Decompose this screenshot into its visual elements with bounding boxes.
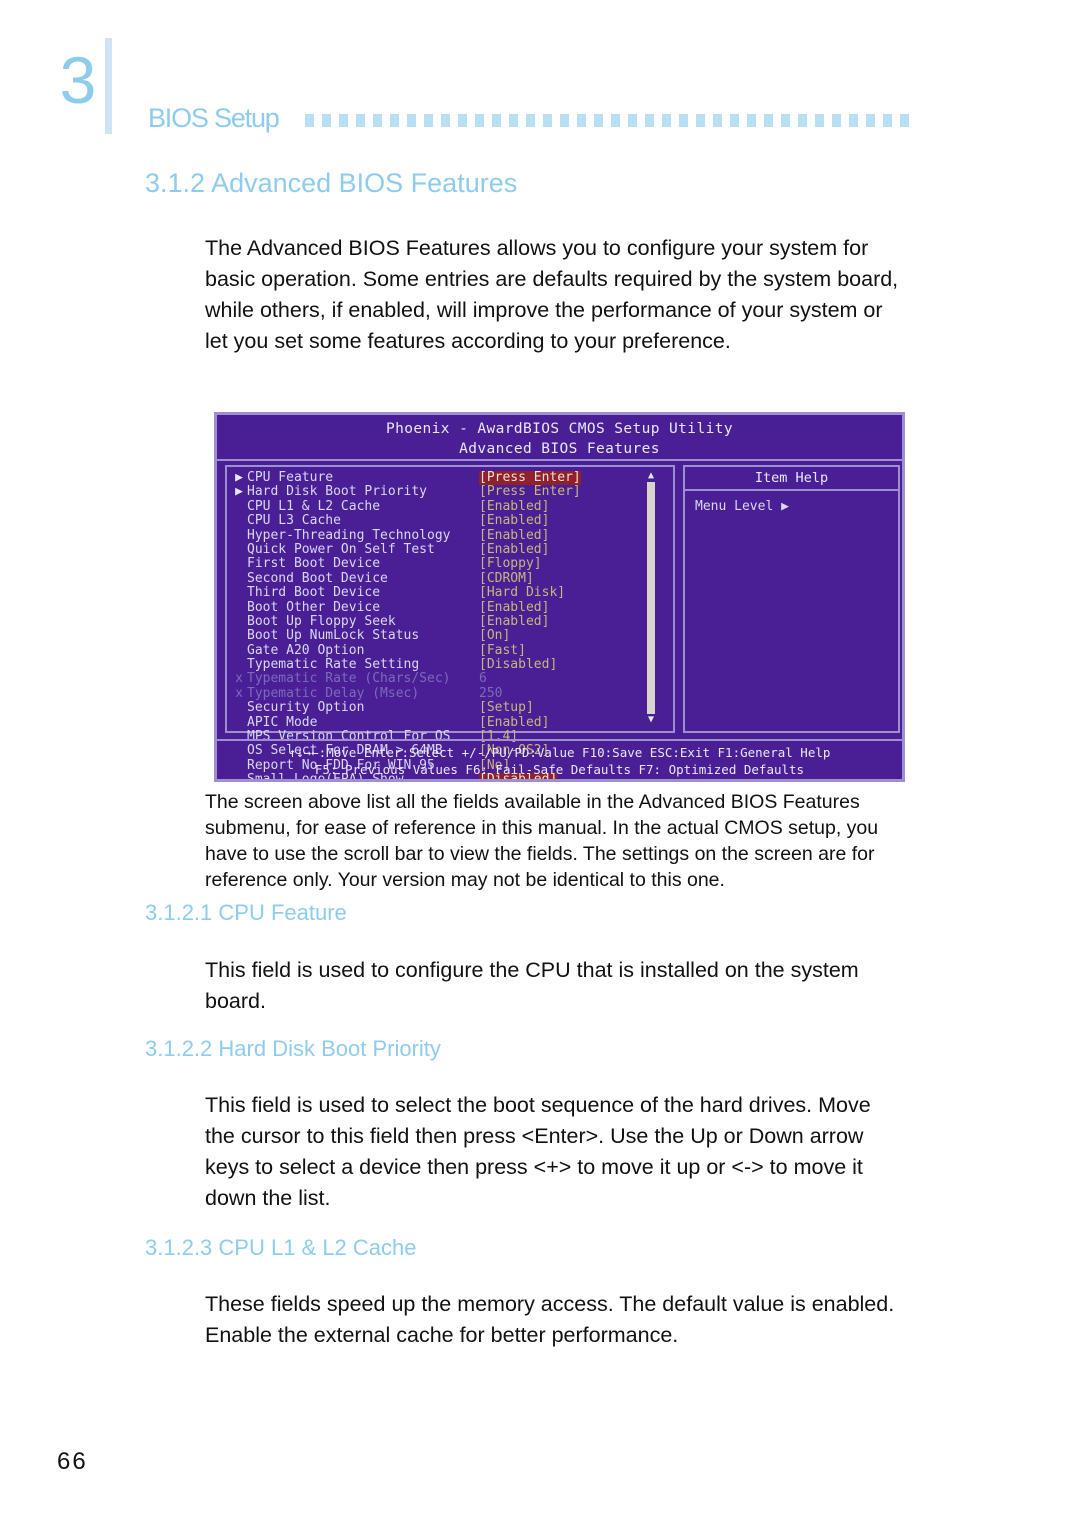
chapter-header: 3 BIOS Setup [0,0,1080,170]
bios-option-value[interactable]: [Enabled] [479,528,549,543]
bios-option-row[interactable]: Security Option [Setup] [231,700,673,716]
page-number: 66 [57,1448,88,1475]
bios-option-row[interactable]: Third Boot Device [Hard Disk] [231,585,673,601]
bios-option-row[interactable]: ▶ Hard Disk Boot Priority [Press Enter] [231,484,673,500]
bios-options-panel: ▶ CPU Feature [Press Enter] ▶ Hard Disk Boot… [225,465,675,779]
bios-item-help-title: Item Help [685,467,898,491]
bios-key-legend-line-2: F5: Previous Values F6: Fail-Safe Defaul… [314,762,805,777]
bios-item-help-panel: Item Help Menu Level ▶ [683,465,900,733]
cpu-feature-paragraph-text: This field is used to configure the CPU … [205,958,859,1013]
cpu-cache-paragraph-text: These fields speed up the memory access.… [205,1292,895,1347]
bios-option-row[interactable]: Boot Up NumLock Status [On] [231,628,673,644]
bios-option-value[interactable]: [CDROM] [479,571,534,586]
bios-option-label: Typematic Rate (Chars/Sec) [247,671,451,687]
bios-option-label: Boot Up Floppy Seek [247,613,396,629]
bios-option-row[interactable]: CPU L3 Cache [Enabled] [231,513,673,529]
bios-option-label: APIC Mode [247,714,318,730]
bios-option-value[interactable]: [Press Enter] [479,484,581,499]
bios-option-value[interactable]: 6 [479,672,487,687]
bios-option-label: Hard Disk Boot Priority [247,484,428,500]
bios-option-value[interactable]: [Hard Disk] [479,585,565,600]
submenu-arrow-icon: ▶ [235,484,243,500]
bios-title-line-2: Advanced BIOS Features [459,441,660,457]
bios-option-value[interactable]: [Fast] [479,643,526,658]
bios-screenshot: Phoenix - AwardBIOS CMOS Setup Utility A… [214,412,905,782]
intro-paragraph-text: The Advanced BIOS Features allows you to… [205,236,899,353]
bios-option-value[interactable]: [Enabled] [479,499,549,514]
intro-paragraph: The Advanced BIOS Features allows you to… [205,233,905,357]
bios-option-label: Gate A20 Option [247,642,365,658]
bios-option-label: First Boot Device [247,556,381,572]
cpu-cache-paragraph: These fields speed up the memory access.… [205,1289,905,1351]
bios-option-row[interactable]: Boot Up Floppy Seek [Enabled] [231,613,673,629]
screenshot-caption: The screen above list all the fields ava… [205,789,905,893]
bios-option-value[interactable]: [Floppy] [479,556,542,571]
bios-body: ▶ CPU Feature [Press Enter] ▶ Hard Disk Boot… [217,461,902,779]
bios-option-label: CPU L3 Cache [247,513,341,529]
bios-option-row[interactable]: Quick Power On Self Test [Enabled] [231,541,673,557]
bios-option-value[interactable]: 250 [479,686,502,701]
bios-option-label: Hyper-Threading Technology [247,527,451,543]
subsection-heading-hard-disk-boot-priority: 3.1.2.2 Hard Disk Boot Priority [145,1036,441,1061]
bios-option-row[interactable]: Hyper-Threading Technology [Enabled] [231,527,673,543]
bios-option-row[interactable]: Typematic Rate Setting [Disabled] [231,657,673,673]
bios-scrollbar-thumb[interactable] [647,482,655,714]
bios-option-label: Boot Other Device [247,599,381,615]
scroll-down-arrow-icon[interactable]: ▼ [645,714,657,726]
bios-menu-level-text: Menu Level ▶ [695,499,789,514]
bios-key-legend: ↑↓→←:Move Enter:Select +/-/PU/PD:Value F… [217,739,902,779]
screenshot-caption-text: The screen above list all the fields ava… [205,791,879,891]
bios-option-label: Typematic Delay (Msec) [247,685,420,701]
bios-option-row[interactable]: Gate A20 Option [Fast] [231,642,673,658]
bios-option-row[interactable]: Second Boot Device [CDROM] [231,570,673,586]
disabled-marker-icon: x [235,685,243,701]
hard-disk-boot-priority-paragraph: This field is used to select the boot se… [205,1090,905,1214]
bios-option-row[interactable]: ▶ CPU Feature [Press Enter] [231,470,673,486]
disabled-marker-icon: x [235,671,243,687]
bios-option-row[interactable]: CPU L1 & L2 Cache [Enabled] [231,498,673,514]
subsection-heading-cpu-l1-l2-cache: 3.1.2.3 CPU L1 & L2 Cache [145,1235,417,1260]
bios-option-value[interactable]: [Press Enter] [479,470,581,486]
bios-option-label: CPU Feature [247,470,334,485]
bios-title-bar: Phoenix - AwardBIOS CMOS Setup Utility A… [217,415,902,461]
bios-options-list: ▶ CPU Feature [Press Enter] ▶ Hard Disk Boot… [231,470,673,779]
bios-option-row[interactable]: APIC Mode [Enabled] [231,714,673,730]
bios-option-value[interactable]: [Enabled] [479,614,549,629]
bios-title-line-1: Phoenix - AwardBIOS CMOS Setup Utility [386,421,733,437]
subsection-heading-cpu-feature: 3.1.2.1 CPU Feature [145,900,347,925]
bios-option-label: CPU L1 & L2 Cache [247,498,381,514]
bios-option-row[interactable]: First Boot Device [Floppy] [231,556,673,572]
bios-option-value[interactable]: [Enabled] [479,715,549,730]
bios-option-value[interactable]: [Enabled] [479,542,549,557]
chapter-title: BIOS Setup [148,103,280,133]
bios-option-value[interactable]: [On] [479,628,510,643]
bios-option-label: Security Option [247,700,365,716]
bios-option-value[interactable]: [Enabled] [479,513,549,528]
chapter-number: 3 [59,43,97,117]
section-heading-advanced-bios-features: 3.1.2 Advanced BIOS Features [145,168,518,198]
bios-option-row[interactable]: x Typematic Delay (Msec) 250 [231,685,673,701]
cpu-feature-paragraph: This field is used to configure the CPU … [205,955,905,1017]
header-dot-rule [305,114,915,127]
bios-option-label: Third Boot Device [247,585,381,601]
bios-key-legend-line-1: ↑↓→←:Move Enter:Select +/-/PU/PD:Value F… [288,745,831,760]
hard-disk-boot-priority-paragraph-text: This field is used to select the boot se… [205,1093,871,1210]
scroll-up-arrow-icon[interactable]: ▲ [645,470,657,482]
bios-option-value[interactable]: [Setup] [479,700,534,715]
bios-option-label: Boot Up NumLock Status [247,628,420,644]
bios-option-value[interactable]: [Enabled] [479,600,549,615]
bios-scrollbar[interactable]: ▲ ▼ [645,470,657,726]
bios-option-row[interactable]: Boot Other Device [Enabled] [231,599,673,615]
bios-option-label: Second Boot Device [247,570,388,586]
submenu-arrow-icon: ▶ [235,470,243,485]
bios-option-value[interactable]: [Disabled] [479,657,557,672]
bios-option-label: Quick Power On Self Test [247,541,435,557]
bios-option-label: Typematic Rate Setting [247,657,420,673]
bios-option-row[interactable]: x Typematic Rate (Chars/Sec) 6 [231,671,673,687]
